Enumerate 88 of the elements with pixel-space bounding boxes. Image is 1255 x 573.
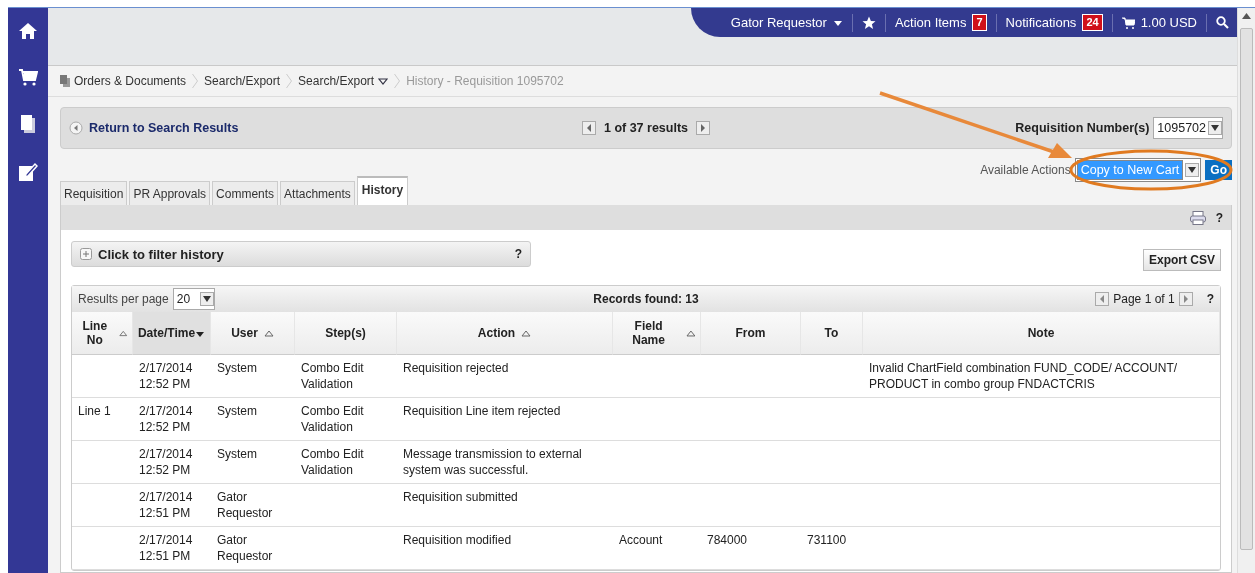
previous-page-button[interactable] <box>1095 292 1110 306</box>
table-cell-text: 2/17/2014 12:52 PM <box>139 360 194 392</box>
column-header[interactable]: Field Name <box>613 312 701 355</box>
scroll-up-arrow-icon[interactable] <box>1242 13 1251 19</box>
table-cell-text: Gator Requestor <box>217 532 274 564</box>
cart-icon[interactable] <box>18 68 38 86</box>
column-header: From <box>701 312 801 355</box>
table-cell-text: Combo Edit Validation <box>301 403 365 435</box>
column-header: Step(s) <box>295 312 397 355</box>
caret-icon <box>832 18 843 27</box>
dropdown-arrow-icon <box>203 296 212 302</box>
column-header[interactable]: Line No <box>72 312 133 355</box>
breadcrumb-link[interactable]: Search/Export <box>204 74 281 88</box>
breadcrumb-dropdown[interactable]: Search/Export <box>298 74 389 88</box>
filter-bar[interactable]: Click to filter history ? <box>71 241 531 267</box>
results-per-page-select[interactable]: 20 <box>172 288 216 310</box>
table-cell-text: 2/17/2014 12:52 PM <box>139 446 194 478</box>
cart-link[interactable]: 1.00 USD <box>1121 15 1197 30</box>
table-cell-text: Combo Edit Validation <box>301 360 365 392</box>
table-cell: Requisition Line item rejected <box>403 403 561 419</box>
page-indicator: Page 1 of 1 <box>1113 292 1175 306</box>
home-icon[interactable] <box>18 22 38 40</box>
table-cell-text: Gator Requestor <box>217 489 274 521</box>
column-header[interactable]: Date/Time <box>133 312 211 355</box>
requisition-number-select[interactable]: 1095702 <box>1153 117 1223 139</box>
action-items-link[interactable]: Action Items 7 <box>894 14 987 31</box>
chevron-separator <box>192 74 199 88</box>
table-cell-text: 2/17/2014 12:52 PM <box>139 403 194 435</box>
field-label: Results per page <box>78 292 169 306</box>
table-cell: 731100 <box>807 532 847 548</box>
left-arrow-icon <box>1099 295 1106 303</box>
field-label: Requisition Number(s) <box>1015 121 1150 135</box>
tab[interactable]: Attachments <box>280 181 355 205</box>
dropdown-arrow-icon <box>1211 125 1219 131</box>
user-menu[interactable]: Gator Requestor <box>730 15 843 30</box>
tab[interactable]: History <box>356 176 409 205</box>
table-cell: Account <box>619 532 663 548</box>
tab[interactable]: Requisition <box>60 181 128 205</box>
next-page-button[interactable] <box>1178 292 1193 306</box>
table-cell: Requisition submitted <box>403 489 518 505</box>
table-cell: System <box>217 446 257 462</box>
star-icon[interactable] <box>861 15 876 30</box>
table-cell-text: 2/17/2014 12:51 PM <box>139 532 194 564</box>
export-csv-button[interactable]: Export CSV <box>1143 249 1221 271</box>
tab[interactable]: PR Approvals <box>129 181 211 205</box>
table-cell-text: Combo Edit Validation <box>301 446 365 478</box>
table-cell: System <box>217 403 257 419</box>
result-position: 1 of 37 results <box>603 121 689 135</box>
breadcrumb-link[interactable]: Orders & Documents <box>60 74 187 88</box>
table-cell: 784000 <box>707 532 748 548</box>
records-count: Records found: 13 <box>593 292 699 306</box>
column-header: To <box>801 312 863 355</box>
caret-icon <box>378 77 389 85</box>
cart-icon <box>1121 16 1135 29</box>
table-cell: System <box>217 360 257 376</box>
table-cell-text: Invalid ChartField combination FUND_CODE/ ACCOUNT/ PRODUCT in combo group FNDACTCRIS <box>869 360 1179 392</box>
documents-icon <box>60 75 70 87</box>
table-cell-text: Message transmission to external system was successful. <box>403 446 583 478</box>
right-arrow-icon <box>700 124 707 132</box>
table-cell-text: 2/17/2014 12:51 PM <box>139 489 194 521</box>
edit-icon[interactable] <box>18 162 38 182</box>
next-button[interactable] <box>696 121 711 135</box>
chevron-separator <box>394 74 401 88</box>
count-badge: 7 <box>972 14 987 31</box>
help-link[interactable]: ? <box>514 247 522 261</box>
chevron-separator <box>286 74 293 88</box>
breadcrumb-current: History - Requisition 1095702 <box>406 74 564 88</box>
printer-icon[interactable] <box>1189 210 1206 225</box>
help-link[interactable]: ? <box>1215 210 1223 225</box>
field-label: Available Actions <box>980 163 1071 177</box>
tab[interactable]: Comments <box>212 181 279 205</box>
table-cell: Line 1 <box>78 403 111 419</box>
table-cell: Requisition rejected <box>403 360 509 376</box>
right-arrow-icon <box>1182 295 1189 303</box>
column-header[interactable]: Action <box>397 312 613 355</box>
expand-icon <box>80 248 92 260</box>
dropdown-arrow-icon <box>1188 167 1197 173</box>
back-link[interactable]: Return to Search Results <box>69 121 239 135</box>
count-badge: 24 <box>1082 14 1103 31</box>
left-arrow-icon <box>585 124 592 132</box>
search-icon[interactable] <box>1216 16 1229 29</box>
help-link[interactable]: ? <box>1206 292 1214 306</box>
documents-icon[interactable] <box>20 114 36 134</box>
column-header[interactable]: User <box>211 312 295 355</box>
table-cell: Requisition modified <box>403 532 512 548</box>
previous-button[interactable] <box>581 121 596 135</box>
notifications-link[interactable]: Notifications 24 <box>1005 14 1103 31</box>
column-header: Note <box>863 312 1220 355</box>
